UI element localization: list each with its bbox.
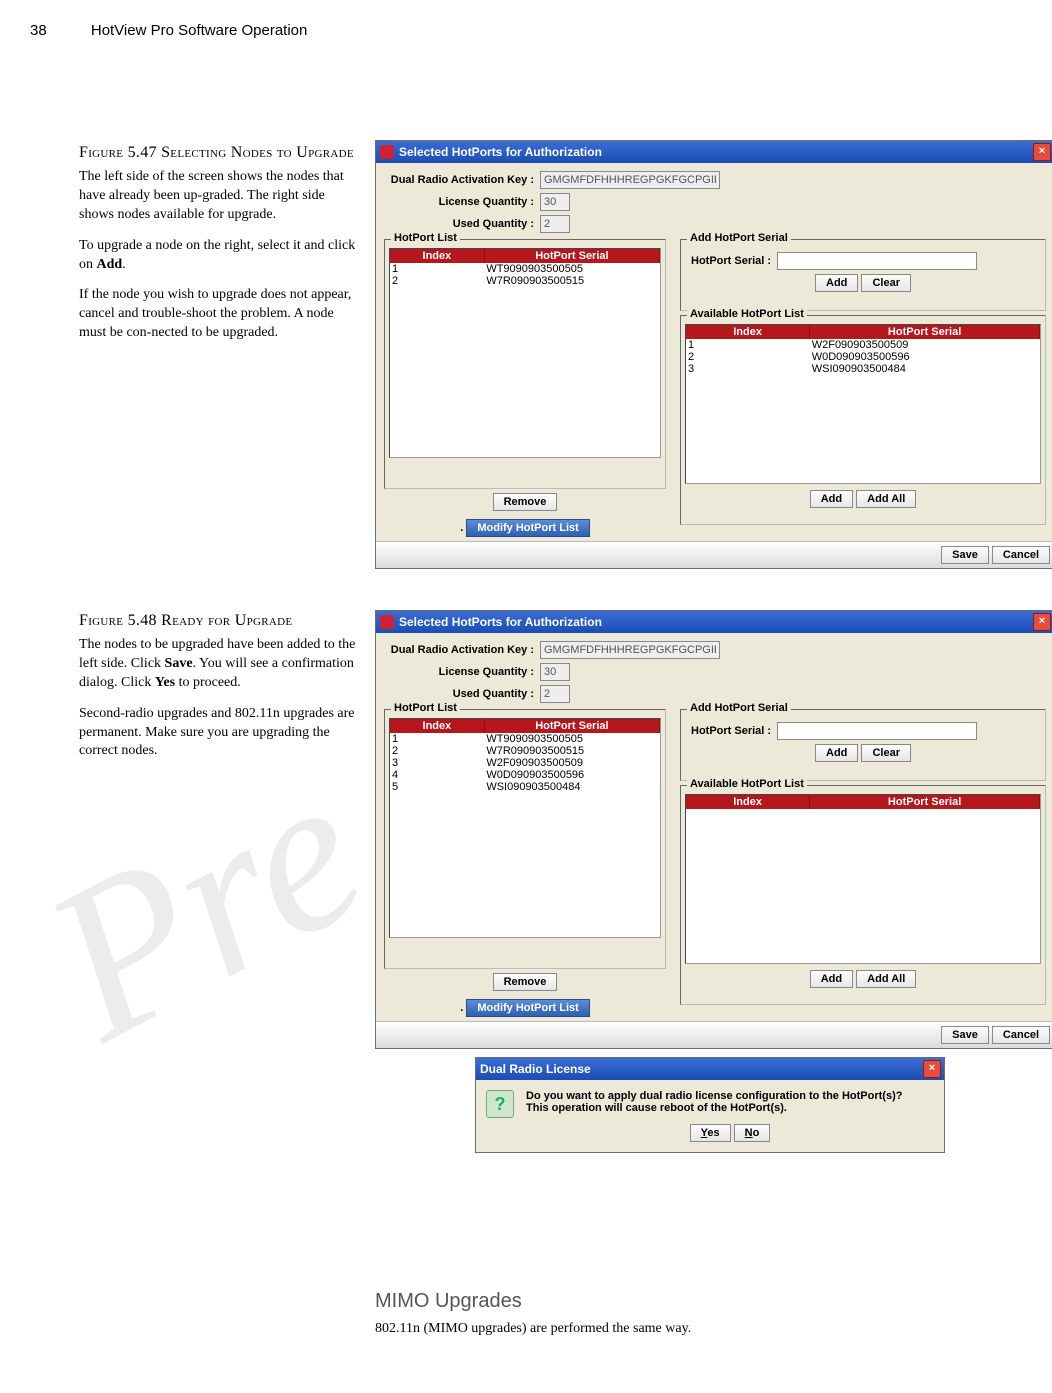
hotport-serial-label: HotPort Serial : <box>691 725 771 737</box>
available-list-label: Available HotPort List <box>687 778 807 790</box>
used-qty-label: Used Quantity : <box>390 688 540 700</box>
add-all-button[interactable]: Add All <box>856 970 916 988</box>
question-icon: ? <box>486 1090 514 1118</box>
table-row[interactable]: 2W0D090903500596 <box>686 351 1040 363</box>
modify-hotport-list-button[interactable]: Modify HotPort List <box>466 519 589 537</box>
remove-button[interactable]: Remove <box>493 973 558 991</box>
page-title: HotView Pro Software Operation <box>91 22 308 39</box>
table-row[interactable]: 1WT9090903500505 <box>390 263 660 275</box>
cancel-button[interactable]: Cancel <box>992 546 1050 564</box>
titlebar: Dual Radio License × <box>476 1058 944 1080</box>
available-list-label: Available HotPort List <box>687 308 807 320</box>
figure-title: Figure 5.48 Ready for Upgrade <box>79 612 359 630</box>
license-qty-label: License Quantity : <box>390 196 540 208</box>
used-qty-label: Used Quantity : <box>390 218 540 230</box>
mimo-heading: MIMO Upgrades <box>375 1290 691 1313</box>
clear-button[interactable]: Clear <box>861 274 911 292</box>
key-label: Dual Radio Activation Key : <box>390 644 540 656</box>
titlebar: Selected HotPorts for Authorization × <box>376 141 1052 163</box>
table-row[interactable]: 2W7R090903500515 <box>390 745 660 757</box>
remove-button[interactable]: Remove <box>493 493 558 511</box>
mimo-section: MIMO Upgrades 802.11n (MIMO upgrades) ar… <box>375 1290 691 1337</box>
add-hotport-serial-label: Add HotPort Serial <box>687 232 791 244</box>
body-text: To upgrade a node on the right, select i… <box>79 237 359 275</box>
dialog-title: Selected HotPorts for Authorization <box>399 145 602 159</box>
body-text: The left side of the screen shows the no… <box>79 168 359 225</box>
table-row[interactable]: 4W0D090903500596 <box>390 769 660 781</box>
app-icon <box>380 615 394 629</box>
mimo-text: 802.11n (MIMO upgrades) are performed th… <box>375 1321 691 1337</box>
hotport-list-label: HotPort List <box>391 702 460 714</box>
activation-key-input[interactable] <box>540 171 720 189</box>
figure-548-caption: Figure 5.48 Ready for Upgrade The nodes … <box>79 612 359 773</box>
used-qty-input[interactable] <box>540 685 570 703</box>
close-icon[interactable]: × <box>1033 613 1051 631</box>
add-button[interactable]: Add <box>815 274 858 292</box>
table-row[interactable]: 1W2F090903500509 <box>686 339 1040 351</box>
close-icon[interactable]: × <box>1033 143 1051 161</box>
titlebar: Selected HotPorts for Authorization × <box>376 611 1052 633</box>
add-all-button[interactable]: Add All <box>856 490 916 508</box>
close-icon[interactable]: × <box>923 1060 941 1078</box>
confirm-message-2: This operation will cause reboot of the … <box>526 1102 934 1114</box>
dialog-fig548: Selected HotPorts for Authorization × Du… <box>375 610 1052 1153</box>
modify-hotport-list-button[interactable]: Modify HotPort List <box>466 999 589 1017</box>
hotport-list-table[interactable]: IndexHotPort Serial 1WT90909035005052W7R… <box>390 249 660 287</box>
activation-key-input[interactable] <box>540 641 720 659</box>
add-hotport-serial-label: Add HotPort Serial <box>687 702 791 714</box>
available-hotport-table[interactable]: IndexHotPort Serial 1W2F0909035005092W0D… <box>686 325 1040 375</box>
dialog-title: Selected HotPorts for Authorization <box>399 615 602 629</box>
save-button[interactable]: Save <box>941 1026 989 1044</box>
hotport-list-label: HotPort List <box>391 232 460 244</box>
add-button[interactable]: Add <box>810 970 853 988</box>
dialog-title: Dual Radio License <box>480 1062 591 1076</box>
hotport-serial-input[interactable] <box>777 252 977 270</box>
no-button[interactable]: No <box>734 1124 771 1142</box>
key-label: Dual Radio Activation Key : <box>390 174 540 186</box>
body-text: The nodes to be upgraded have been added… <box>79 636 359 693</box>
body-text: Second-radio upgrades and 802.11n upgrad… <box>79 705 359 762</box>
available-hotport-table[interactable]: IndexHotPort Serial <box>686 795 1040 809</box>
used-qty-input[interactable] <box>540 215 570 233</box>
page-number: 38 <box>30 22 47 39</box>
license-qty-input[interactable] <box>540 663 570 681</box>
hotport-serial-label: HotPort Serial : <box>691 255 771 267</box>
page-header: 38 HotView Pro Software Operation <box>30 22 307 39</box>
hotport-serial-input[interactable] <box>777 722 977 740</box>
confirm-message-1: Do you want to apply dual radio license … <box>526 1090 934 1102</box>
table-row[interactable]: 5WSI090903500484 <box>390 781 660 793</box>
body-text: If the node you wish to upgrade does not… <box>79 286 359 343</box>
license-qty-label: License Quantity : <box>390 666 540 678</box>
figure-547-caption: Figure 5.47 Selecting Nodes to Upgrade T… <box>79 144 359 355</box>
save-button[interactable]: Save <box>941 546 989 564</box>
dialog-fig547: Selected HotPorts for Authorization × Du… <box>375 140 1052 569</box>
watermark: Pre <box>9 722 401 1091</box>
license-qty-input[interactable] <box>540 193 570 211</box>
table-row[interactable]: 3W2F090903500509 <box>390 757 660 769</box>
app-icon <box>380 145 394 159</box>
yes-button[interactable]: Yes <box>690 1124 731 1142</box>
clear-button[interactable]: Clear <box>861 744 911 762</box>
table-row[interactable]: 3WSI090903500484 <box>686 363 1040 375</box>
figure-title: Figure 5.47 Selecting Nodes to Upgrade <box>79 144 359 162</box>
cancel-button[interactable]: Cancel <box>992 1026 1050 1044</box>
add-button[interactable]: Add <box>810 490 853 508</box>
table-row[interactable]: 2W7R090903500515 <box>390 275 660 287</box>
confirm-dialog: Dual Radio License × ? Do you want to ap… <box>475 1057 945 1153</box>
hotport-list-table[interactable]: IndexHotPort Serial 1WT90909035005052W7R… <box>390 719 660 793</box>
add-button[interactable]: Add <box>815 744 858 762</box>
table-row[interactable]: 1WT9090903500505 <box>390 733 660 745</box>
